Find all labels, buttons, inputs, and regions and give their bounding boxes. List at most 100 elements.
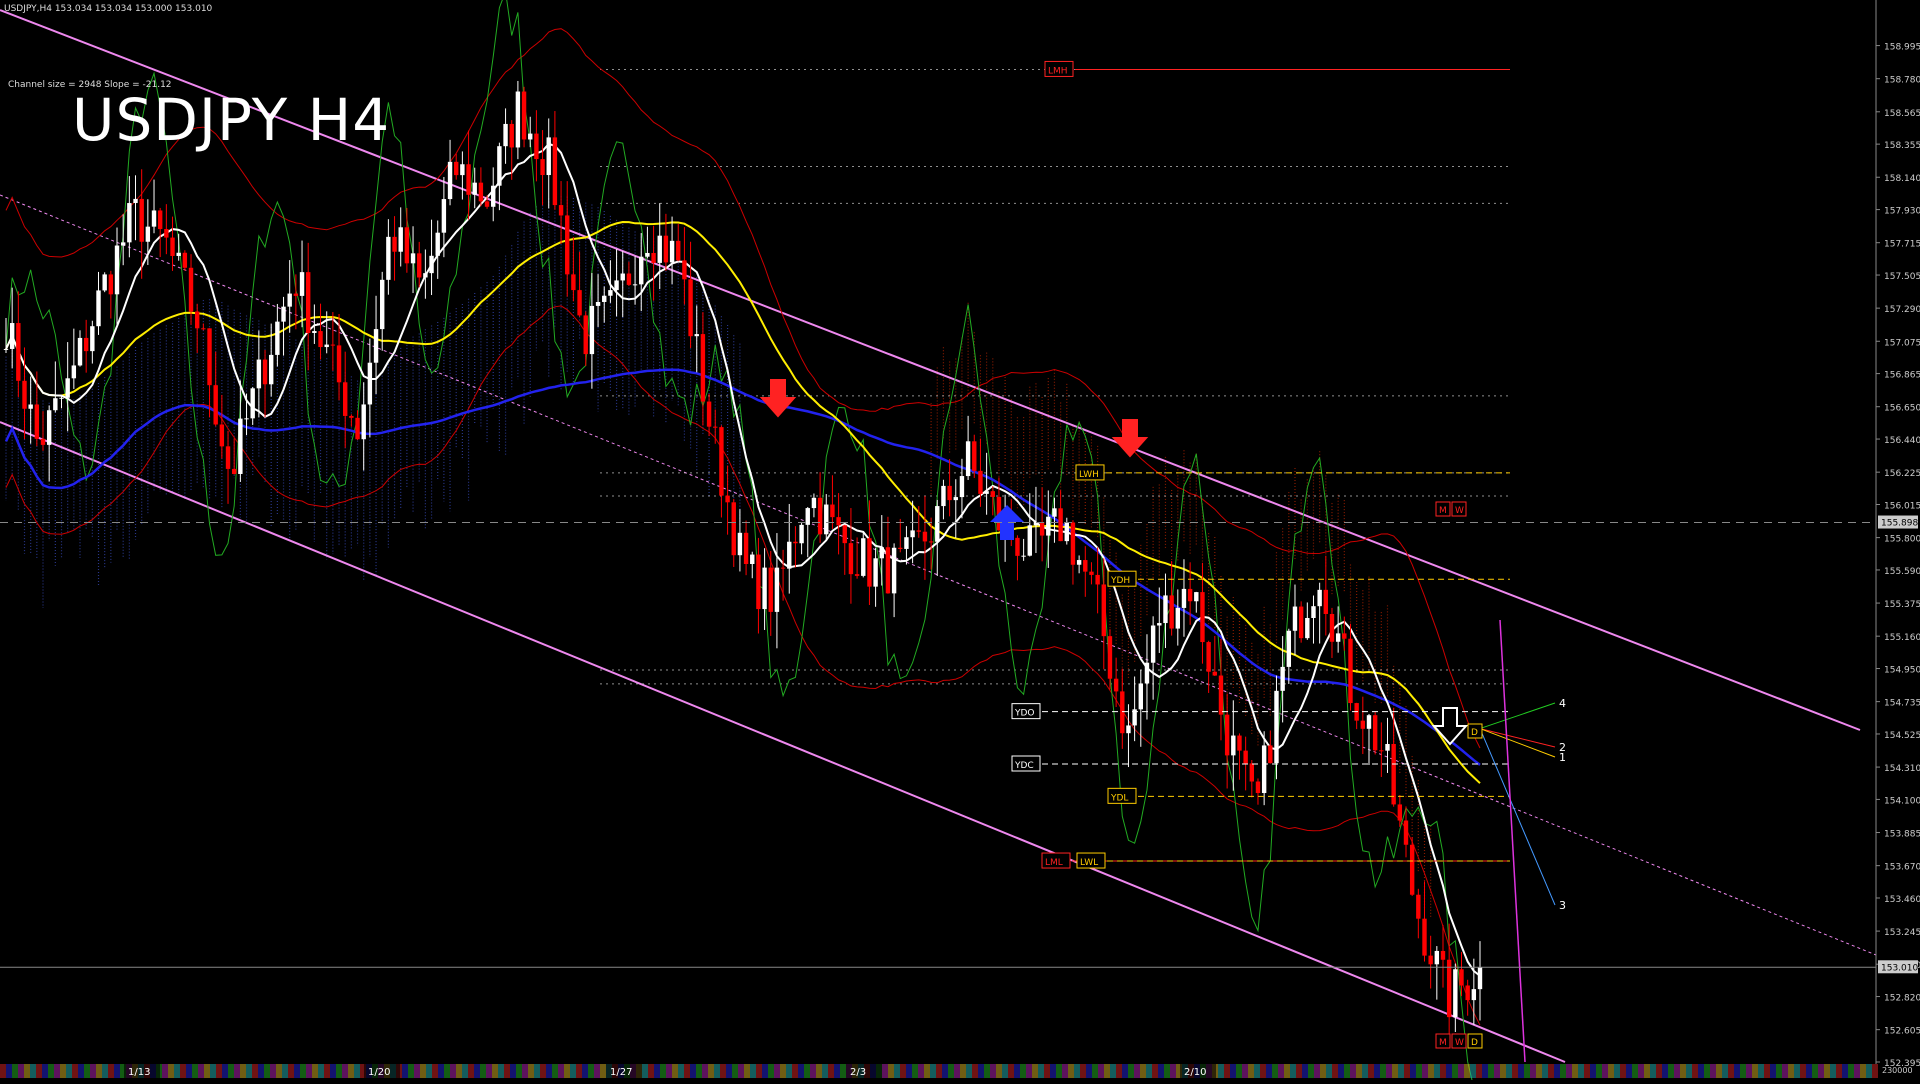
time-axis-segment [570, 1064, 576, 1078]
time-axis-segment [894, 1064, 900, 1078]
y-tick-label: 153.670 [1884, 863, 1920, 873]
time-axis-segment [1776, 1064, 1782, 1078]
candle-body [9, 323, 15, 349]
time-axis-segment [1806, 1064, 1812, 1078]
candle-body [1255, 781, 1261, 794]
time-axis-segment [1842, 1064, 1848, 1078]
candle-body [1298, 606, 1304, 639]
time-axis-segment [1494, 1064, 1500, 1078]
y-tick-label: 154.310 [1884, 764, 1920, 774]
time-axis-segment [162, 1064, 168, 1078]
candle-body [1379, 750, 1384, 752]
time-axis-segment [42, 1064, 48, 1078]
time-axis-segment [1380, 1064, 1386, 1078]
price-chart[interactable]: LMHLWHYDHYDOYDCYDLLML LWL4213M WDM W D158.99… [0, 0, 1920, 1084]
time-axis-segment [774, 1064, 780, 1078]
candle-body [608, 290, 613, 296]
candle-body [1422, 918, 1427, 956]
y-tick-label: 157.505 [1884, 272, 1920, 282]
candle-body [40, 438, 46, 445]
candle-body [756, 554, 761, 610]
candle-body [330, 344, 336, 346]
candle-body [1453, 969, 1458, 1018]
time-axis-segment [1536, 1064, 1542, 1078]
time-axis-segment [1434, 1064, 1440, 1078]
candle-body [793, 541, 798, 544]
time-axis-segment [222, 1064, 228, 1078]
time-axis-segment [1362, 1064, 1368, 1078]
time-axis-segment [1860, 1064, 1866, 1078]
time-axis-segment [672, 1064, 678, 1078]
candle-body [848, 543, 854, 575]
candle-body [213, 385, 218, 425]
candle-body [688, 279, 693, 337]
time-axis-segment [1626, 1064, 1632, 1078]
candle-body [1021, 555, 1026, 557]
candle-body [626, 273, 632, 285]
time-axis-segment [1398, 1064, 1404, 1078]
candle-body [885, 547, 891, 594]
time-axis-segment [708, 1064, 714, 1078]
time-axis-segment [1614, 1064, 1620, 1078]
time-axis-segment [1008, 1064, 1014, 1078]
time-axis-segment [1692, 1064, 1698, 1078]
candle-body [1440, 950, 1446, 960]
candle-body [904, 537, 909, 549]
y-tick-label: 157.930 [1884, 207, 1920, 217]
time-axis-segment [1758, 1064, 1764, 1078]
candle-body [774, 567, 780, 612]
time-axis-segment [1446, 1064, 1452, 1078]
time-axis-segment [1236, 1064, 1242, 1078]
candle-body [250, 388, 255, 419]
time-axis-segment [198, 1064, 204, 1078]
time-axis-segment [678, 1064, 684, 1078]
time-axis-segment [486, 1064, 492, 1078]
time-axis-segment [1062, 1064, 1068, 1078]
candle-body [922, 531, 928, 542]
y-tick-label: 157.715 [1884, 240, 1920, 250]
candle-body [472, 182, 477, 195]
candle-body [1187, 588, 1193, 602]
candle-body [59, 397, 64, 399]
candle-body [811, 497, 817, 509]
level-label-ydo: YDO [1014, 709, 1035, 719]
y-tick-label: 158.565 [1884, 109, 1920, 119]
candle-body [201, 328, 206, 330]
time-axis-segment [1554, 1064, 1560, 1078]
candle-body [53, 398, 58, 411]
candle-body [1144, 662, 1150, 684]
time-axis-segment [1608, 1064, 1614, 1078]
candle-body [867, 538, 872, 587]
time-axis-segment [1392, 1064, 1398, 1078]
time-axis-segment [96, 1064, 102, 1078]
time-axis-segment [1662, 1064, 1668, 1078]
projection-label: 3 [1559, 899, 1566, 912]
candle-body [1150, 625, 1156, 663]
y-tick-label: 154.100 [1884, 796, 1920, 806]
projection-line [1499, 619, 1526, 1063]
candle-body [22, 380, 27, 409]
level-label-ydc: YDC [1014, 761, 1034, 771]
candle-body [1138, 683, 1143, 710]
y-tick-label: 152.605 [1884, 1027, 1920, 1037]
candle-body [1064, 522, 1069, 542]
time-axis-segment [1122, 1064, 1128, 1078]
candle-body [441, 199, 447, 233]
time-axis-segment [648, 1064, 654, 1078]
time-axis-segment [1314, 1064, 1320, 1078]
candle-body [645, 252, 650, 257]
candle-body [515, 91, 521, 148]
time-axis-segment [1350, 1064, 1356, 1078]
time-axis-segment [1632, 1064, 1638, 1078]
candle-body [1163, 595, 1168, 624]
time-axis-segment [204, 1064, 210, 1078]
time-axis-segment [600, 1064, 606, 1078]
candle-body [417, 253, 422, 278]
volume-label: 230000 [1882, 1066, 1913, 1075]
time-axis-segment [1332, 1064, 1338, 1078]
time-axis-segment [1170, 1064, 1176, 1078]
time-axis-segment [1044, 1064, 1050, 1078]
candle-body [713, 426, 718, 428]
candle-body [583, 315, 588, 355]
candle-body [361, 404, 366, 440]
